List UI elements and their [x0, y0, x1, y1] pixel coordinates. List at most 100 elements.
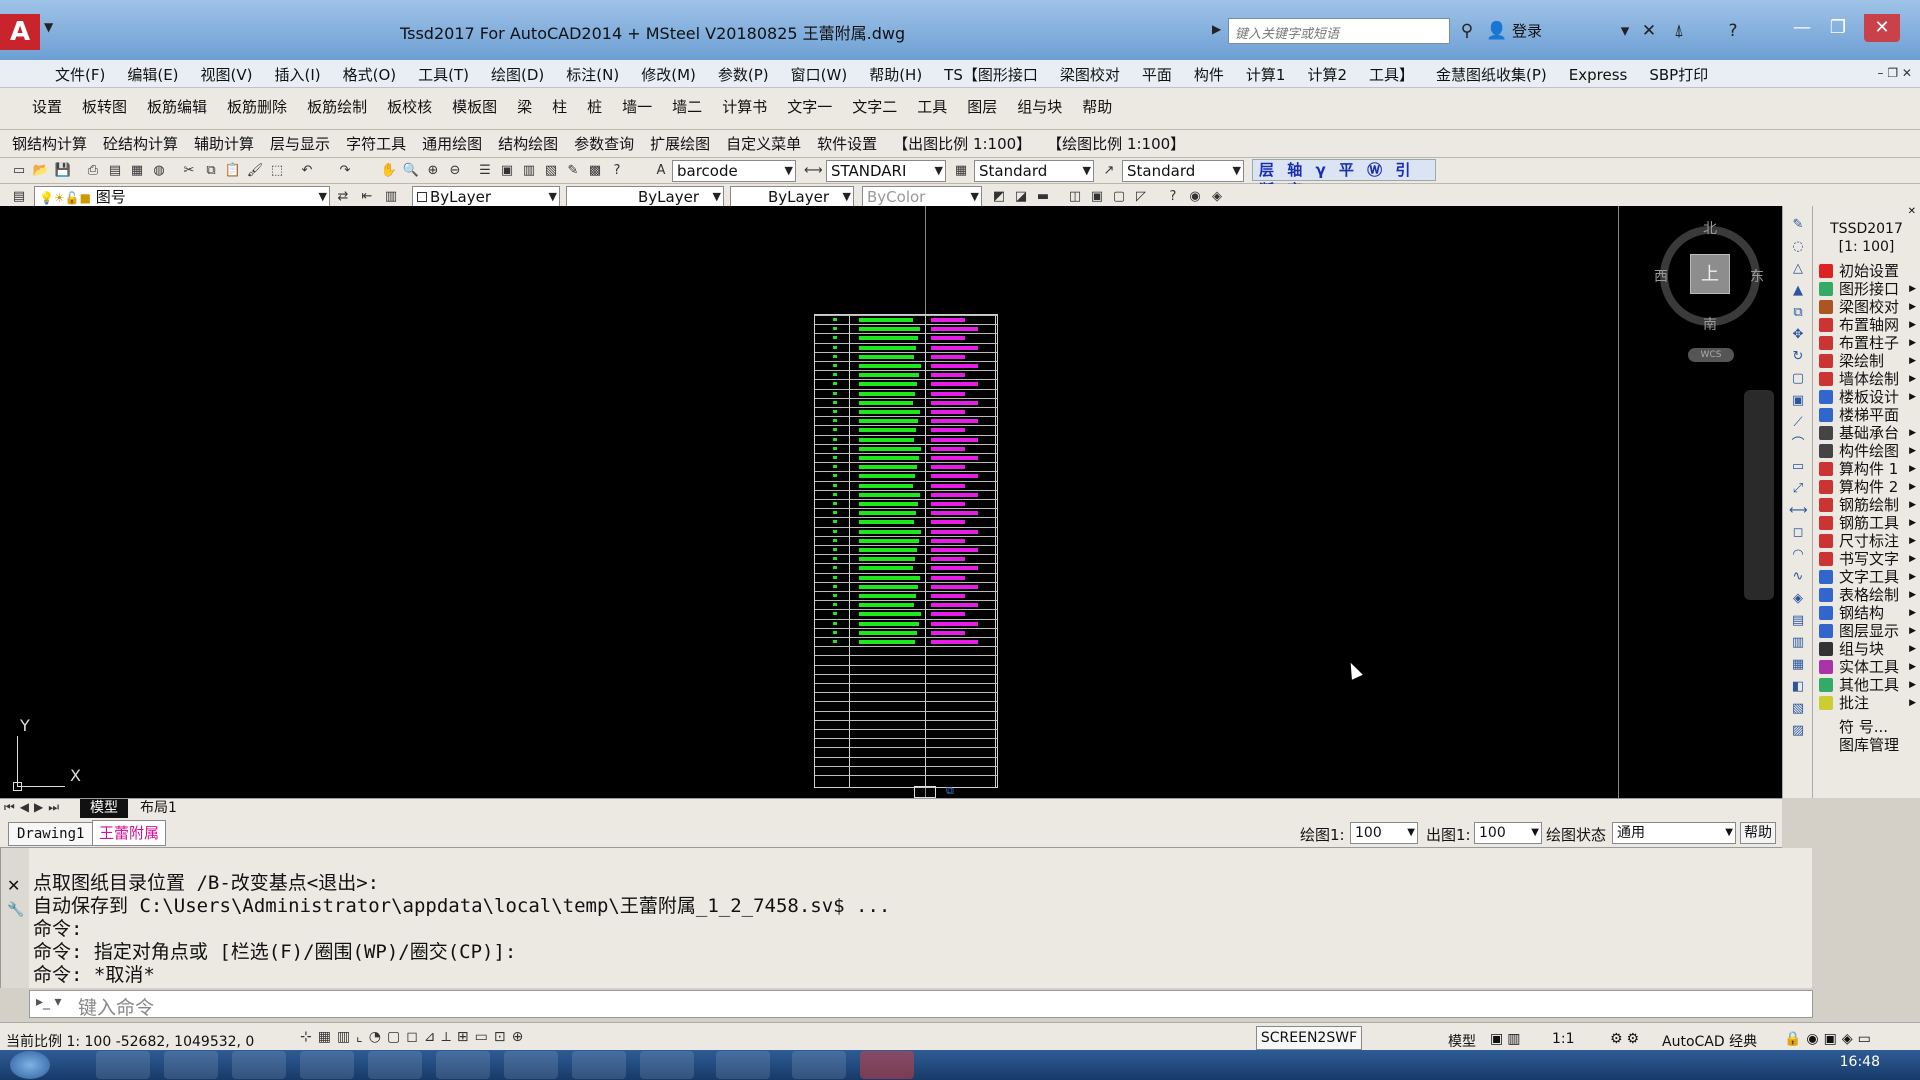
annotation-icons[interactable]: ⚙⚙: [1610, 1031, 1643, 1047]
mdi-window-controls[interactable]: – ❐ ✕: [1878, 66, 1912, 80]
toolbar1-item[interactable]: 板筋绘制: [297, 93, 377, 121]
menu-item[interactable]: 工具】: [1358, 60, 1425, 85]
toolbar1-item[interactable]: 设置: [22, 93, 72, 121]
open-icon[interactable]: 📂: [32, 162, 50, 180]
command-prompt-icon[interactable]: ▸_ ▾: [36, 994, 62, 1010]
close-icon[interactable]: ✕: [7, 876, 20, 895]
taskbar-app-6-icon[interactable]: [436, 1051, 490, 1079]
tssd-tool-3-icon[interactable]: ▬: [1034, 188, 1052, 206]
close-button[interactable]: ✕: [1864, 14, 1900, 42]
panel-item[interactable]: 其他工具 ▶: [1813, 676, 1920, 694]
table-style-select[interactable]: Standard ▼: [974, 160, 1094, 182]
design-center-icon[interactable]: ▣: [498, 162, 516, 180]
toolbar1-item[interactable]: 桩: [577, 93, 612, 121]
toolbar2-item[interactable]: 辅助计算: [186, 130, 262, 158]
restore-button[interactable]: ❐: [1820, 14, 1856, 42]
panel-item[interactable]: 实体工具 ▶: [1813, 658, 1920, 676]
modify-tool-icon[interactable]: ▲: [1789, 282, 1807, 300]
draw-scale-select[interactable]: 100 ▼: [1350, 822, 1418, 844]
paste-icon[interactable]: 📋: [224, 162, 242, 180]
out-scale-select[interactable]: 100 ▼: [1474, 822, 1542, 844]
toolbar1-item[interactable]: 文字一: [777, 93, 842, 121]
panel-item[interactable]: 梁绘制 ▶: [1813, 352, 1920, 370]
zoom-previous-icon[interactable]: ⊖: [446, 162, 464, 180]
table-style-icon[interactable]: ▦: [952, 162, 970, 180]
modify-tool-icon[interactable]: ✎: [1789, 216, 1807, 234]
taskbar-app-4-icon[interactable]: [300, 1051, 354, 1079]
tab-navigation-arrows[interactable]: ⏮◀▶⏭: [4, 800, 64, 815]
navigation-bar[interactable]: [1744, 390, 1774, 600]
calculator-icon[interactable]: ▩: [586, 162, 604, 180]
modify-tool-icon[interactable]: ◻: [1789, 524, 1807, 542]
copy-icon[interactable]: ⧉: [202, 162, 220, 180]
login-link[interactable]: 登录: [1512, 20, 1542, 41]
minimize-button[interactable]: —: [1784, 14, 1820, 42]
menu-item[interactable]: 计算2: [1296, 60, 1358, 85]
command-window-grip[interactable]: ✕ 🔧: [1, 848, 29, 988]
panel-item[interactable]: 基础承台 ▶: [1813, 424, 1920, 442]
viewcube-west[interactable]: 西: [1654, 266, 1668, 286]
publish-icon[interactable]: ▦: [128, 162, 146, 180]
binoculars-icon[interactable]: ⚲: [1454, 18, 1480, 44]
panel-item[interactable]: 初始设置: [1813, 262, 1920, 280]
toolbar1-item[interactable]: 板校核: [377, 93, 442, 121]
match-properties-icon[interactable]: 🖌: [246, 162, 264, 180]
menu-item[interactable]: 文件(F): [44, 60, 116, 85]
toolbar1-item[interactable]: 板筋编辑: [137, 93, 217, 121]
modify-tool-icon[interactable]: ⟋: [1789, 414, 1807, 432]
modify-tool-icon[interactable]: ⧉: [1789, 304, 1807, 322]
annotation-scale[interactable]: 1:1: [1552, 1031, 1575, 1047]
toolbar1-item[interactable]: 组与块: [1007, 93, 1072, 121]
panel-item[interactable]: 图层显示 ▶: [1813, 622, 1920, 640]
multileader-style-select[interactable]: Standard ▼: [1122, 160, 1244, 182]
drawing-index-table[interactable]: [814, 314, 998, 788]
scale-help-button[interactable]: 帮助: [1740, 822, 1776, 844]
menu-item[interactable]: 绘图(D): [480, 60, 555, 85]
a360-icon[interactable]: ⍋: [1666, 18, 1692, 44]
modify-tool-icon[interactable]: ▤: [1789, 612, 1807, 630]
toolbar2-item[interactable]: 通用绘图: [414, 130, 490, 158]
3d-dwf-icon[interactable]: ◍: [150, 162, 168, 180]
modify-tool-icon[interactable]: △: [1789, 260, 1807, 278]
modify-tool-icon[interactable]: ▨: [1789, 722, 1807, 740]
modify-tool-icon[interactable]: ▧: [1789, 700, 1807, 718]
modify-tool-icon[interactable]: ◌: [1789, 238, 1807, 256]
tssd-tool-8-icon[interactable]: ?: [1164, 188, 1182, 206]
start-button-icon[interactable]: [10, 1051, 50, 1079]
modify-tool-icon[interactable]: ⤢: [1789, 480, 1807, 498]
viewcube-east[interactable]: 东: [1750, 266, 1764, 286]
toolbar2-item[interactable]: 【绘图比例 1:100】: [1039, 130, 1193, 158]
toolbar2-item[interactable]: 钢结构计算: [4, 130, 95, 158]
file-tab-active[interactable]: 王蕾附属: [92, 820, 167, 846]
menu-item[interactable]: 格式(O): [332, 60, 408, 85]
dim-style-select[interactable]: STANDARI ▼: [826, 160, 946, 182]
menu-item[interactable]: TS【图形接口: [933, 60, 1049, 85]
taskbar-app-11-icon[interactable]: [792, 1051, 846, 1079]
tool-palettes-icon[interactable]: ▥: [520, 162, 538, 180]
toolbar2-item[interactable]: 自定义菜单: [718, 130, 809, 158]
panel-item[interactable]: 算构件 1 ▶: [1813, 460, 1920, 478]
tssd-quick-toolbar[interactable]: 层 轴 γ 平 Ⓦ 引 断 齐: [1252, 159, 1436, 199]
panel-close-icon[interactable]: ✕: [1908, 206, 1916, 217]
layout-toggle-icons[interactable]: ▣▥: [1490, 1031, 1524, 1047]
taskbar-app-7-icon[interactable]: [504, 1051, 558, 1079]
menu-item[interactable]: 工具(T): [407, 60, 480, 85]
modify-tool-icon[interactable]: ▢: [1789, 370, 1807, 388]
user-icon[interactable]: 👤: [1484, 18, 1510, 44]
panel-item[interactable]: 算构件 2 ▶: [1813, 478, 1920, 496]
modify-tool-icon[interactable]: ▭: [1789, 458, 1807, 476]
search-expand-icon[interactable]: ▶: [1212, 22, 1221, 36]
modify-tool-icon[interactable]: ▥: [1789, 634, 1807, 652]
panel-item[interactable]: 构件绘图 ▶: [1813, 442, 1920, 460]
menu-item[interactable]: 修改(M): [630, 60, 707, 85]
modify-tool-icon[interactable]: ◠: [1789, 546, 1807, 564]
menu-item[interactable]: 梁图校对: [1049, 60, 1131, 85]
tssd-tool-10-icon[interactable]: ◈: [1208, 188, 1226, 206]
viewcube-north[interactable]: 北: [1703, 218, 1717, 238]
toolbar1-item[interactable]: 工具: [907, 93, 957, 121]
toolbar1-item[interactable]: 文字二: [842, 93, 907, 121]
help-toolbar-icon[interactable]: ?: [608, 162, 626, 180]
drawing-canvas[interactable]: ⧉ Y X 上 北 南 东 西 WCS: [0, 206, 1782, 798]
toolbar1-item[interactable]: 帮助: [1072, 93, 1122, 121]
panel-item[interactable]: 布置轴网 ▶: [1813, 316, 1920, 334]
